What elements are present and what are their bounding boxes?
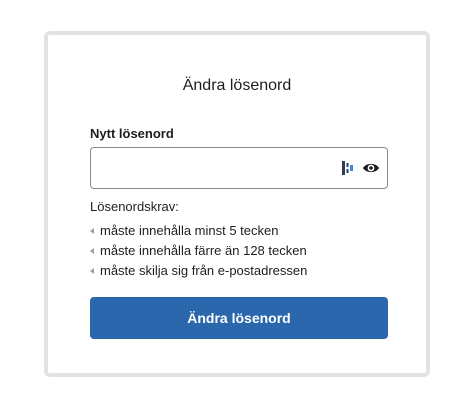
- triangle-left-icon: [90, 247, 94, 254]
- new-password-label: Nytt lösenord: [90, 126, 174, 141]
- new-password-input[interactable]: [91, 148, 351, 188]
- requirement-item: måste innehålla färre än 128 tecken: [90, 241, 307, 261]
- requirements-heading: Lösenordskrav:: [90, 199, 179, 214]
- triangle-left-icon: [90, 227, 94, 234]
- change-password-card: Ändra lösenord Nytt lösenord Lösenordskr…: [44, 31, 430, 377]
- triangle-left-icon: [90, 267, 94, 274]
- new-password-field[interactable]: [90, 147, 388, 189]
- password-manager-icon[interactable]: [342, 160, 354, 176]
- requirement-item: måste skilja sig från e-postadressen: [90, 261, 307, 281]
- page-title: Ändra lösenord: [182, 77, 292, 94]
- change-password-button[interactable]: Ändra lösenord: [90, 297, 388, 339]
- requirements-list: måste innehålla minst 5 tecken måste inn…: [90, 221, 307, 281]
- requirement-text: måste innehålla färre än 128 tecken: [100, 243, 307, 258]
- requirement-text: måste skilja sig från e-postadressen: [100, 263, 308, 278]
- eye-icon[interactable]: [362, 161, 380, 175]
- requirement-text: måste innehålla minst 5 tecken: [100, 223, 279, 238]
- requirement-item: måste innehålla minst 5 tecken: [90, 221, 307, 241]
